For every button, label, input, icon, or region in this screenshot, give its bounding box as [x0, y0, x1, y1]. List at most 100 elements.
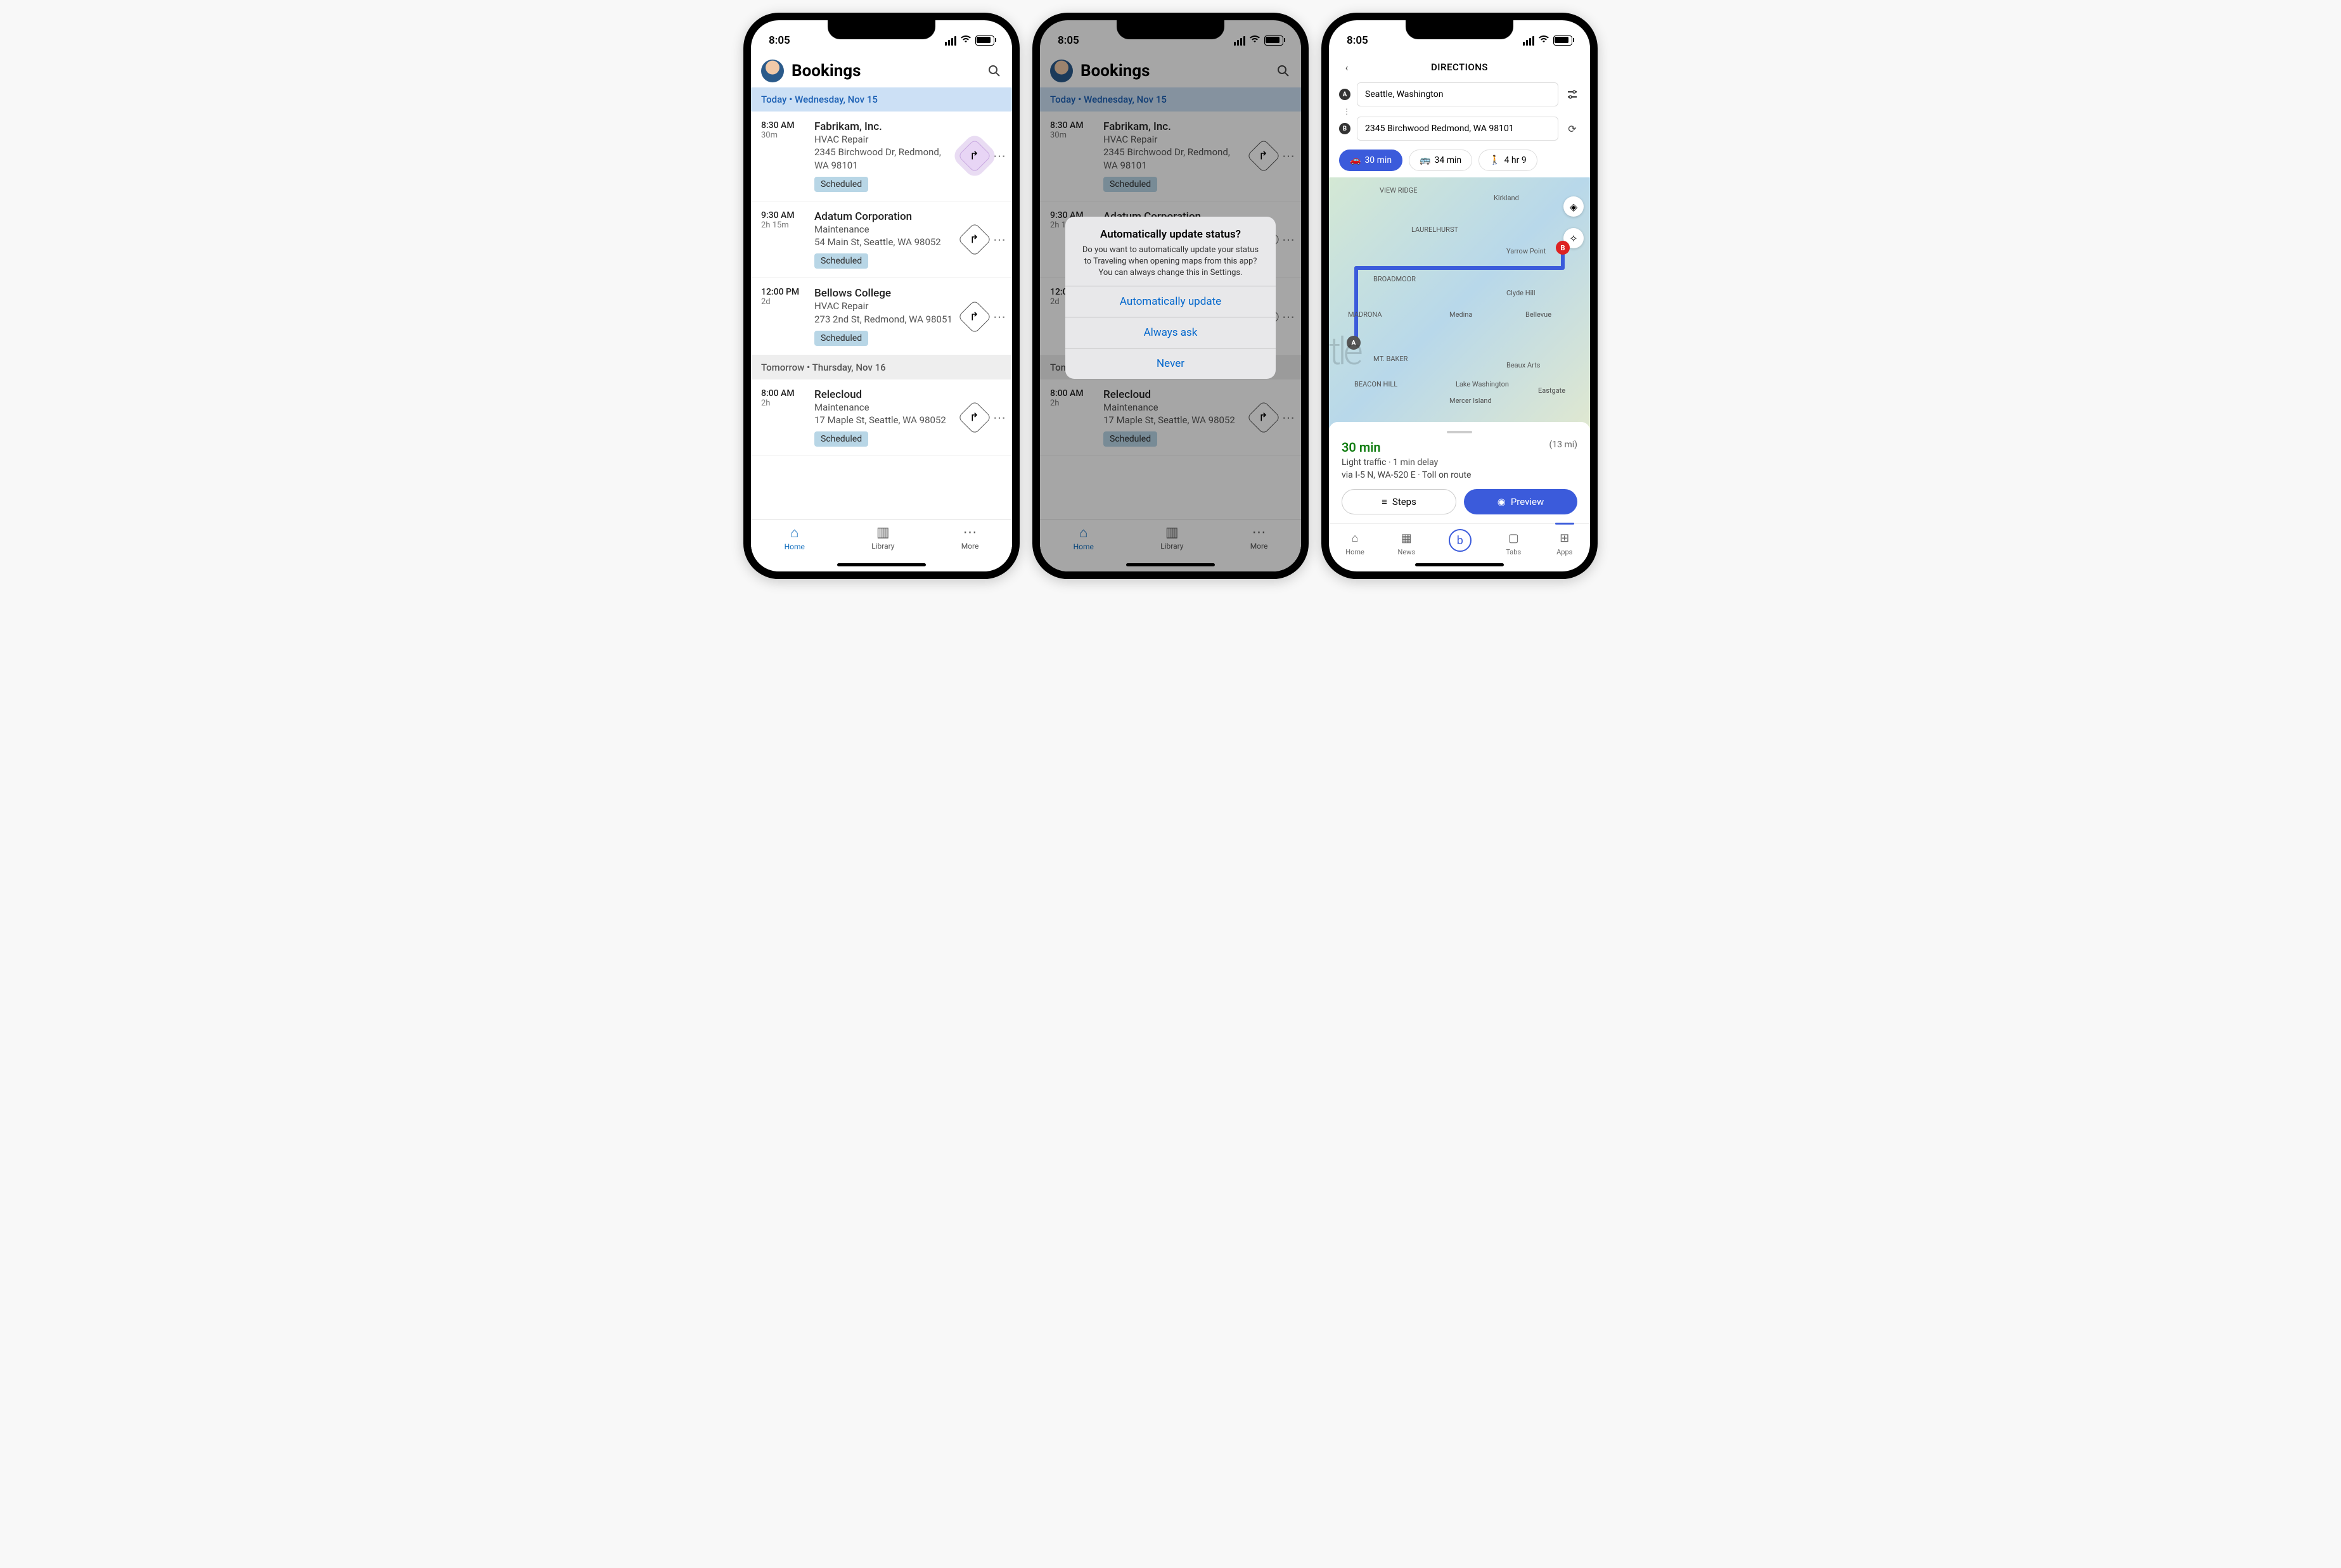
mode-car[interactable]: 🚗30 min [1339, 150, 1402, 171]
nav-news[interactable]: ▦News [1397, 529, 1415, 556]
map-watermark: tle [1329, 329, 1360, 374]
app-header: Bookings [751, 54, 1012, 87]
map-place-label: Yarrow Point [1506, 247, 1546, 255]
directions-button[interactable]: ↱ [958, 139, 992, 174]
status-badge: Scheduled [814, 253, 868, 269]
home-indicator[interactable] [837, 563, 926, 566]
more-button[interactable]: ⋯ [993, 232, 1007, 247]
news-icon: ▦ [1397, 529, 1415, 547]
summary-via: via I-5 N, WA-520 E · Toll on route [1342, 470, 1577, 480]
route-summary: 30 min (13 mi) Light traffic · 1 min del… [1329, 422, 1590, 523]
eye-icon: ◉ [1498, 496, 1506, 507]
booking-row[interactable]: 9:30 AM2h 15m Adatum Corporation Mainten… [751, 201, 1012, 279]
battery-icon [1553, 35, 1572, 46]
booking-address: 273 2nd St, Redmond, WA 98051 [814, 313, 955, 326]
summary-distance: (13 mi) [1549, 440, 1577, 455]
summary-traffic: Light traffic · 1 min delay [1342, 457, 1577, 468]
phone-screen-1: 8:05 Bookings Today • Wednesday, Nov 15 … [743, 13, 1020, 579]
booking-type: HVAC Repair [814, 133, 955, 146]
map-place-label: Medina [1449, 310, 1472, 319]
layers-icon[interactable]: ◈ [1563, 196, 1584, 217]
booking-type: Maintenance [814, 223, 955, 236]
settings-icon[interactable] [1565, 87, 1580, 102]
drag-handle[interactable] [1447, 431, 1472, 433]
map-place-label: Kirkland [1494, 194, 1519, 202]
booking-name: Bellows College [814, 287, 955, 300]
back-icon[interactable]: ‹ [1339, 60, 1354, 75]
directions-header: ‹ DIRECTIONS [1329, 54, 1590, 80]
booking-address: 54 Main St, Seattle, WA 98052 [814, 236, 955, 248]
cellular-icon [945, 36, 956, 46]
tab-more[interactable]: ⋯More [961, 525, 979, 571]
mode-transit[interactable]: 🚌34 min [1409, 150, 1472, 171]
nav-apps[interactable]: ⊞Apps [1556, 529, 1574, 556]
from-input[interactable]: Seattle, Washington [1357, 82, 1558, 106]
date-separator-tomorrow: Tomorrow • Thursday, Nov 16 [751, 355, 1012, 379]
alert-button-auto[interactable]: Automatically update [1065, 286, 1276, 317]
booking-duration: 2h 15m [761, 220, 807, 230]
marker-a-icon: A [1339, 89, 1350, 100]
to-input[interactable]: 2345 Birchwood Redmond, WA 98101 [1357, 117, 1558, 141]
directions-button[interactable]: ↱ [958, 400, 992, 435]
list-icon: ≡ [1382, 496, 1387, 507]
booking-row[interactable]: 8:00 AM2h Relecloud Maintenance 17 Maple… [751, 379, 1012, 457]
directions-button[interactable]: ↱ [958, 222, 992, 257]
notch [828, 20, 935, 39]
nav-bing[interactable]: b [1449, 529, 1472, 556]
booking-type: HVAC Repair [814, 300, 955, 312]
status-badge: Scheduled [814, 431, 868, 447]
map-place-label: MADRONA [1348, 310, 1382, 319]
phone-screen-2: 8:05 Bookings Today • Wednesday, Nov 15 … [1032, 13, 1309, 579]
steps-button[interactable]: ≡Steps [1342, 489, 1456, 514]
status-time: 8:05 [769, 34, 790, 47]
preview-button[interactable]: ◉Preview [1464, 489, 1577, 514]
nav-home[interactable]: ⌂Home [1345, 529, 1364, 556]
status-badge: Scheduled [814, 331, 868, 346]
notch [1406, 20, 1513, 39]
home-indicator[interactable] [1415, 563, 1504, 566]
map-place-label: MT. BAKER [1373, 355, 1408, 363]
booking-row[interactable]: 12:00 PM2d Bellows College HVAC Repair 2… [751, 278, 1012, 355]
more-button[interactable]: ⋯ [993, 148, 1007, 163]
status-time: 8:05 [1347, 34, 1368, 47]
booking-time: 8:30 AM [761, 120, 807, 131]
more-button[interactable]: ⋯ [993, 410, 1007, 425]
tab-home[interactable]: ⌂Home [785, 525, 805, 571]
booking-type: Maintenance [814, 401, 955, 414]
booking-name: Adatum Corporation [814, 210, 955, 223]
route-connector: ⋮ [1329, 109, 1590, 114]
notch [1117, 20, 1224, 39]
booking-time: 12:00 PM [761, 287, 807, 297]
map-place-label: LAURELHURST [1411, 226, 1458, 234]
map-place-label: BROADMOOR [1373, 275, 1416, 283]
walk-icon: 🚶 [1489, 155, 1500, 165]
alert-title: Automatically update status? [1078, 228, 1263, 241]
turn-icon: ↱ [970, 411, 979, 424]
map-place-label: Bellevue [1525, 310, 1551, 319]
bing-icon: b [1449, 529, 1472, 552]
alert-button-always-ask[interactable]: Always ask [1065, 317, 1276, 348]
directions-title: DIRECTIONS [1362, 61, 1557, 73]
more-icon: ⋯ [961, 525, 979, 540]
mode-walk[interactable]: 🚶4 hr 9 [1478, 150, 1537, 171]
directions-button[interactable]: ↱ [958, 300, 992, 334]
map[interactable]: ◈ ✧ A B VIEW RIDGEKirklandLAURELHURSTYar… [1329, 177, 1590, 431]
apps-icon: ⊞ [1556, 529, 1574, 547]
phone-screen-3: 8:05 ‹ DIRECTIONS A Seattle, Washington … [1321, 13, 1598, 579]
booking-name: Relecloud [814, 388, 955, 401]
avatar[interactable] [761, 60, 784, 82]
alert-body: Do you want to automatically update your… [1078, 245, 1263, 279]
swap-icon[interactable]: ⟳ [1565, 121, 1580, 136]
cellular-icon [1523, 36, 1534, 46]
booking-row[interactable]: 8:30 AM30m Fabrikam, Inc. HVAC Repair 23… [751, 112, 1012, 201]
wifi-icon [960, 34, 972, 47]
map-place-label: Lake Washington [1456, 380, 1509, 388]
alert-dialog: Automatically update status? Do you want… [1065, 217, 1276, 379]
more-button[interactable]: ⋯ [993, 309, 1007, 324]
search-icon[interactable] [987, 63, 1002, 79]
nav-tabs[interactable]: ▢Tabs [1504, 529, 1522, 556]
alert-button-never[interactable]: Never [1065, 348, 1276, 379]
marker-b-icon: B [1339, 123, 1350, 134]
library-icon: ▥ [871, 525, 894, 540]
booking-duration: 2h [761, 398, 807, 408]
